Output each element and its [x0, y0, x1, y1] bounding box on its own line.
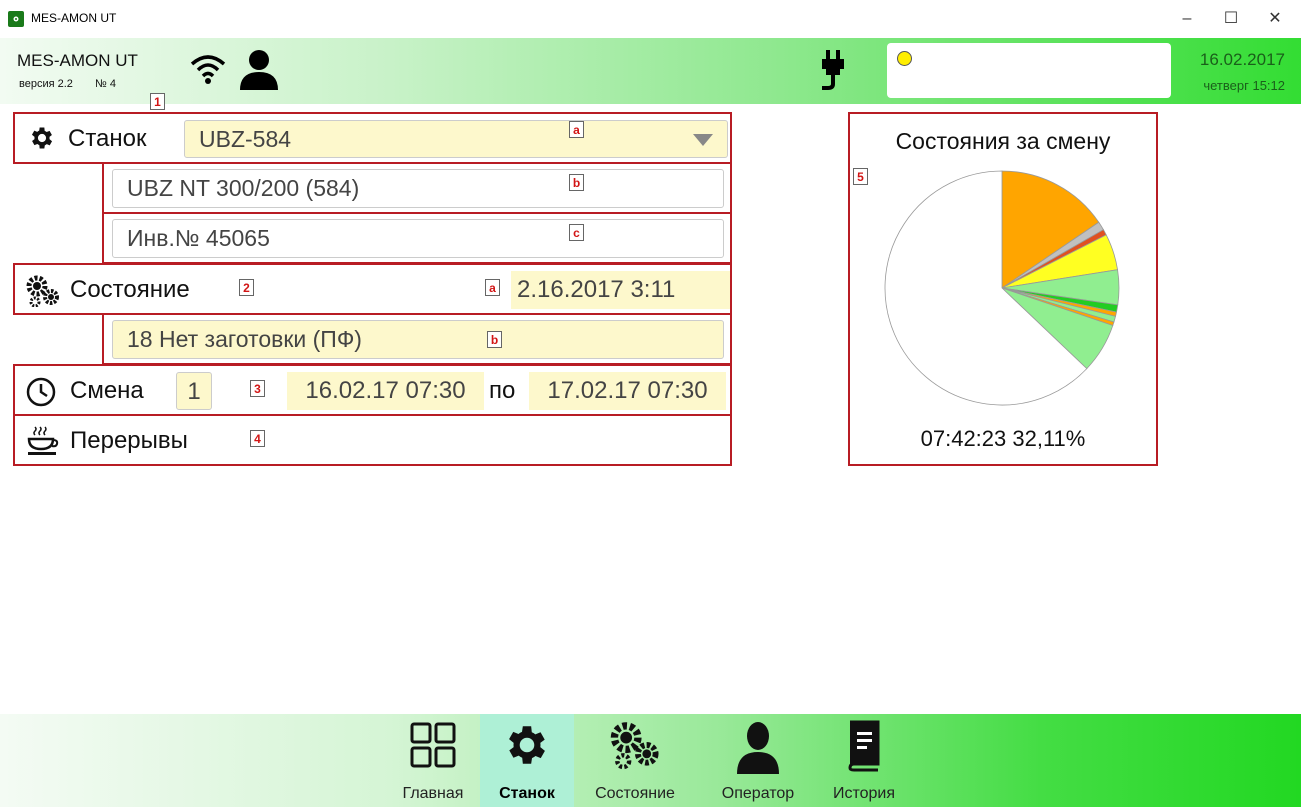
annotation-badge: a — [485, 279, 500, 296]
wifi-icon — [190, 55, 226, 84]
nav-machine-label: Станок — [499, 785, 555, 802]
shift-label: Смена — [70, 377, 144, 404]
user-icon[interactable] — [238, 48, 280, 90]
machine-model-row: UBZ NT 300/200 (584) b — [102, 162, 732, 214]
chart-caption: 07:42:23 32,11% — [920, 426, 1086, 451]
state-label: Состояние — [70, 276, 190, 303]
annotation-badge: c — [569, 224, 584, 241]
shift-to-word: по — [489, 377, 516, 404]
annotation-badge: 2 — [239, 279, 254, 296]
power-plug-icon — [822, 50, 844, 90]
annotation-badge: b — [487, 331, 502, 348]
clock-icon — [26, 377, 56, 407]
machine-model-field: UBZ NT 300/200 (584) — [112, 169, 724, 208]
gears-icon — [610, 722, 659, 770]
app-header: MES-AMON UT версия 2.2 № 4 16.02.2017 че… — [0, 38, 1301, 104]
bottom-navigation: Главная Станок Состояние Оператор Истори… — [0, 714, 1301, 807]
status-indicator-box — [887, 43, 1171, 98]
header-day-time: четверг 15:12 — [1203, 78, 1285, 93]
state-timestamp: 2.16.2017 3:11 — [511, 271, 730, 309]
annotation-badge: 4 — [250, 430, 265, 447]
app-logo-icon — [8, 11, 24, 27]
close-button[interactable]: ✕ — [1252, 4, 1298, 34]
state-row: Состояние 2 a 2.16.2017 3:11 — [13, 263, 732, 315]
app-version: версия 2.2 — [19, 78, 73, 90]
station-number: № 4 — [95, 78, 116, 90]
state-value-field: 18 Нет заготовки (ПФ) — [112, 320, 724, 359]
header-date: 16.02.2017 — [1199, 50, 1285, 69]
annotation-badge: a — [569, 121, 584, 138]
person-icon — [737, 722, 779, 774]
shift-number: 1 — [176, 372, 212, 410]
gear-icon — [31, 127, 53, 149]
nav-machine[interactable]: Станок — [480, 714, 574, 807]
machine-select[interactable]: UBZ-584 — [184, 120, 728, 158]
nav-history[interactable]: История — [822, 714, 906, 807]
gears-icon — [26, 275, 59, 307]
status-light-icon — [897, 51, 912, 66]
grid-icon — [410, 722, 456, 768]
machine-label: Станок — [68, 125, 147, 152]
nav-history-label: История — [832, 785, 896, 802]
state-value-row: 18 Нет заготовки (ПФ) b — [102, 313, 732, 365]
window-title: MES-AMON UT — [31, 11, 117, 25]
nav-operator[interactable]: Оператор — [700, 714, 816, 807]
window-title-bar: MES-AMON UT – ☐ ✕ — [0, 0, 1301, 38]
app-name: MES-AMON UT — [17, 51, 138, 70]
nav-operator-label: Оператор — [721, 785, 795, 802]
chevron-down-icon[interactable] — [693, 134, 713, 146]
nav-state-label: Состояние — [595, 785, 675, 802]
maximize-button[interactable]: ☐ — [1208, 4, 1254, 34]
machine-row: Станок UBZ-584 a — [13, 112, 732, 164]
gear-icon — [509, 726, 545, 764]
machine-inventory-field: Инв.№ 45065 — [112, 219, 724, 258]
annotation-badge: 1 — [150, 93, 165, 110]
states-pie-chart — [884, 170, 1120, 406]
annotation-badge: 5 — [853, 168, 868, 185]
shift-start: 16.02.17 07:30 — [287, 372, 484, 410]
annotation-badge: 3 — [250, 380, 265, 397]
nav-main[interactable]: Главная — [386, 714, 480, 807]
machine-inventory-row: Инв.№ 45065 c — [102, 212, 732, 264]
book-icon — [848, 720, 880, 772]
annotation-badge: b — [569, 174, 584, 191]
coffee-cup-icon — [27, 426, 59, 455]
breaks-label: Перерывы — [70, 427, 188, 454]
nav-state[interactable]: Состояние — [580, 714, 690, 807]
shift-row: Смена 1 3 16.02.17 07:30 по 17.02.17 07:… — [13, 364, 732, 416]
shift-states-panel: Состояния за смену 5 07:42:23 32,11% — [848, 112, 1158, 466]
breaks-row: Перерывы 4 — [13, 414, 732, 466]
shift-end: 17.02.17 07:30 — [529, 372, 726, 410]
chart-title: Состояния за смену — [895, 128, 1111, 154]
minimize-button[interactable]: – — [1164, 4, 1210, 34]
nav-main-label: Главная — [402, 785, 464, 802]
machine-selected-value: UBZ-584 — [199, 126, 292, 152]
